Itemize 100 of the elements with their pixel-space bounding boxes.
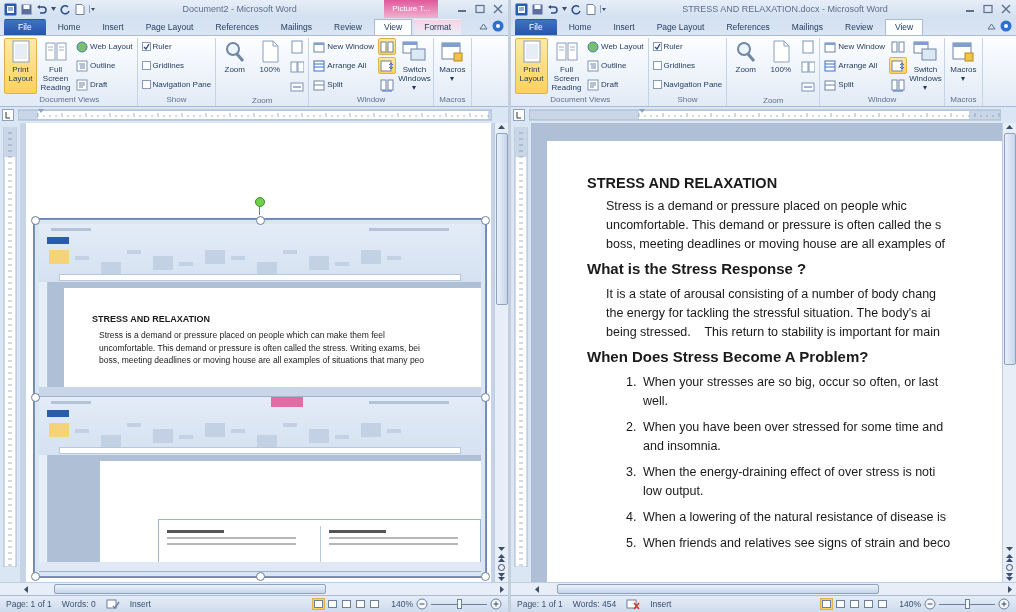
toggle-button[interactable] xyxy=(888,76,907,93)
ribbon-button[interactable]: Switch Windows ▾ xyxy=(908,38,942,94)
ribbon-tab[interactable]: Home xyxy=(47,19,91,35)
ribbon-button[interactable]: Full Screen Reading xyxy=(39,38,72,94)
two-pages-icon[interactable] xyxy=(801,60,816,74)
insert-mode[interactable]: Insert xyxy=(650,599,672,609)
ribbon-button[interactable]: Web Layout xyxy=(585,38,646,55)
down-arrow-icon[interactable] xyxy=(1005,545,1014,553)
ribbon-button[interactable]: Print Layout xyxy=(4,38,37,94)
left-arrow-icon[interactable] xyxy=(22,584,30,594)
checkbox-box[interactable] xyxy=(652,42,662,51)
checkbox-label[interactable]: Gridlines xyxy=(139,57,214,74)
two-pages-icon[interactable] xyxy=(290,60,305,74)
up-arrow-icon[interactable] xyxy=(1005,123,1014,131)
ribbon-button[interactable]: Zoom xyxy=(729,38,763,94)
ribbon-button[interactable]: Arrange All xyxy=(822,57,887,74)
slider-thumb[interactable] xyxy=(457,599,462,609)
save-icon[interactable] xyxy=(532,3,543,15)
zoom-slider[interactable] xyxy=(939,598,995,610)
checkbox-label[interactable]: Gridlines xyxy=(650,57,725,74)
checkbox-label[interactable]: Navigation Pane xyxy=(650,76,725,93)
right-arrow-icon[interactable] xyxy=(1006,584,1014,594)
insert-mode[interactable]: Insert xyxy=(129,599,151,609)
right-arrow-icon[interactable] xyxy=(498,584,506,594)
page-width-icon[interactable] xyxy=(290,80,305,94)
zoom-in-icon[interactable] xyxy=(490,598,502,610)
customize-icon[interactable] xyxy=(600,4,606,14)
resize-handle[interactable] xyxy=(31,216,40,225)
scroll-thumb[interactable] xyxy=(557,584,879,594)
ribbon-button[interactable]: Arrange All xyxy=(311,57,376,74)
view-button[interactable] xyxy=(354,598,368,610)
horizontal-scrollbar[interactable] xyxy=(0,582,508,595)
checkbox-box[interactable] xyxy=(141,61,151,70)
ribbon-tab[interactable]: View xyxy=(373,19,413,35)
checkbox-label[interactable]: Ruler xyxy=(650,38,725,55)
new-page-icon[interactable] xyxy=(586,3,596,15)
checkbox-label[interactable]: Ruler xyxy=(139,38,214,55)
ribbon-tab[interactable]: Mailings xyxy=(781,19,834,35)
toggle-button[interactable] xyxy=(377,76,396,93)
checkbox-label[interactable]: Navigation Pane xyxy=(139,76,214,93)
ribbon-tab[interactable]: References xyxy=(716,19,780,35)
redo-icon[interactable] xyxy=(60,3,71,15)
ribbon-tab[interactable]: Insert xyxy=(603,19,645,35)
checkbox-box[interactable] xyxy=(652,80,662,89)
proofing-icon[interactable] xyxy=(105,598,120,610)
view-button[interactable] xyxy=(834,598,848,610)
ribbon-tab[interactable]: File xyxy=(4,19,46,35)
ribbon-button[interactable]: Outline xyxy=(585,57,646,74)
checkbox-box[interactable] xyxy=(652,61,662,70)
zoom-slider[interactable] xyxy=(431,598,487,610)
collapse-ribbon-icon[interactable] xyxy=(479,22,488,30)
ribbon-button[interactable]: 100% xyxy=(253,38,287,94)
ribbon-button[interactable]: Draft xyxy=(74,76,135,93)
collapse-ribbon-icon[interactable] xyxy=(987,22,996,30)
tab-stop-icon[interactable] xyxy=(2,109,14,121)
horizontal-scrollbar[interactable] xyxy=(511,582,1016,595)
ribbon-tab[interactable]: View xyxy=(884,19,924,35)
browse-object-icon[interactable] xyxy=(497,563,506,572)
ribbon-button[interactable]: Split xyxy=(311,76,376,93)
ribbon-button[interactable]: Full Screen Reading xyxy=(550,38,583,94)
rotation-handle[interactable] xyxy=(255,197,265,207)
ribbon-tab[interactable]: Home xyxy=(558,19,602,35)
resize-handle[interactable] xyxy=(31,572,40,581)
vertical-scrollbar[interactable] xyxy=(495,123,508,582)
checkbox-box[interactable] xyxy=(141,42,151,51)
caret-icon[interactable] xyxy=(51,7,56,11)
customize-icon[interactable] xyxy=(89,4,95,14)
save-icon[interactable] xyxy=(21,3,32,15)
maximize-icon[interactable] xyxy=(474,4,486,14)
ribbon-tab[interactable]: File xyxy=(515,19,557,35)
maximize-icon[interactable] xyxy=(982,4,994,14)
ribbon-button[interactable]: New Window xyxy=(822,38,887,55)
left-arrow-icon[interactable] xyxy=(533,584,541,594)
view-button[interactable] xyxy=(368,598,382,610)
resize-handle[interactable] xyxy=(481,572,490,581)
resize-handle[interactable] xyxy=(256,216,265,225)
slider-thumb[interactable] xyxy=(965,599,970,609)
zoom-out-icon[interactable] xyxy=(924,598,936,610)
view-button[interactable] xyxy=(820,598,834,610)
app-icon[interactable] xyxy=(515,2,528,16)
zoom-level[interactable]: 140% xyxy=(899,599,921,609)
ribbon-tab[interactable]: Mailings xyxy=(270,19,323,35)
redo-icon[interactable] xyxy=(571,3,582,15)
resize-handle[interactable] xyxy=(481,216,490,225)
view-button[interactable] xyxy=(326,598,340,610)
ribbon-button[interactable]: Split xyxy=(822,76,887,93)
ribbon-button[interactable]: Web Layout xyxy=(74,38,135,55)
ribbon-tab[interactable]: References xyxy=(205,19,269,35)
zoom-in-icon[interactable] xyxy=(998,598,1010,610)
previous-page-icon[interactable] xyxy=(1005,553,1014,563)
resize-handle[interactable] xyxy=(481,393,490,402)
scroll-thumb[interactable] xyxy=(1003,133,1016,365)
resize-handle[interactable] xyxy=(256,572,265,581)
ribbon-tab[interactable]: Review xyxy=(835,19,883,35)
ribbon-button[interactable]: 100% xyxy=(764,38,798,94)
view-button[interactable] xyxy=(876,598,890,610)
next-page-icon[interactable] xyxy=(1005,572,1014,582)
view-button[interactable] xyxy=(312,598,326,610)
help-icon[interactable] xyxy=(492,20,504,32)
scroll-thumb[interactable] xyxy=(495,133,508,305)
